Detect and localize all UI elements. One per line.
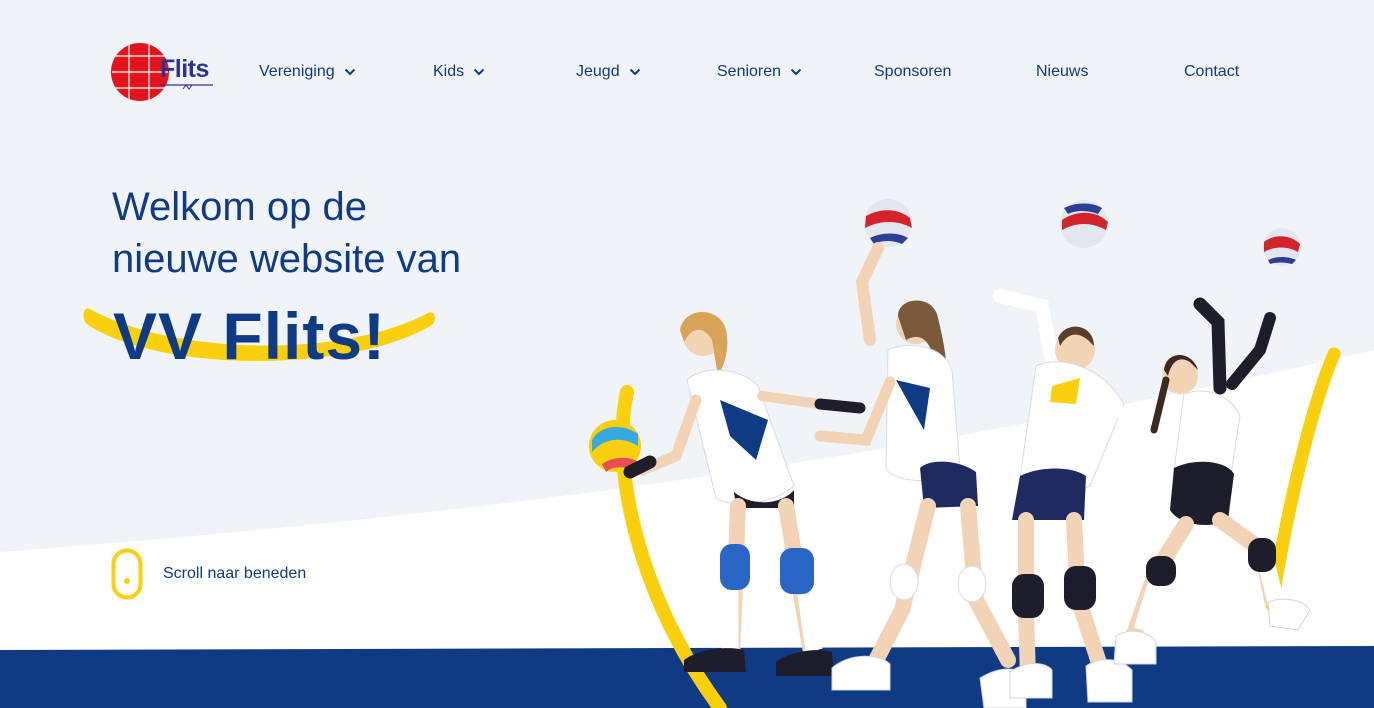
main-nav: Vereniging Kids Jeugd Senioren Sponsoren… bbox=[0, 62, 1374, 84]
nav-item-label: Senioren bbox=[717, 63, 782, 80]
nav-item-nieuws[interactable]: Nieuws bbox=[1036, 62, 1088, 82]
nav-item-label: Jeugd bbox=[576, 63, 620, 80]
volleyball-ball bbox=[864, 199, 912, 247]
nav-item-senioren[interactable]: Senioren bbox=[717, 62, 802, 82]
nav-item-label: Sponsoren bbox=[874, 63, 952, 80]
hero-heading-line-2: nieuwe website van bbox=[112, 237, 462, 281]
scroll-label: Scroll naar beneden bbox=[163, 565, 307, 582]
nav-item-jeugd[interactable]: Jeugd bbox=[576, 62, 641, 82]
nav-item-label: Nieuws bbox=[1036, 63, 1089, 80]
mouse-scroll-icon bbox=[111, 548, 143, 600]
chevron-down-icon bbox=[629, 68, 640, 76]
nav-item-sponsoren[interactable]: Sponsoren bbox=[874, 62, 951, 82]
hero-heading-line-1: Welkom op de bbox=[112, 185, 367, 229]
nav-item-label: Kids bbox=[433, 63, 465, 80]
nav-item-label: Vereniging bbox=[259, 63, 335, 80]
hero-players-image bbox=[589, 199, 1311, 708]
nav-item-label: Contact bbox=[1184, 63, 1240, 80]
nav-item-contact[interactable]: Contact bbox=[1184, 62, 1239, 82]
chevron-down-icon bbox=[790, 68, 802, 76]
chevron-down-icon bbox=[344, 68, 355, 76]
scroll-down-link[interactable]: Scroll naar beneden bbox=[111, 548, 306, 600]
hero-brand-title: VV Flits! bbox=[113, 299, 387, 373]
chevron-down-icon bbox=[473, 68, 485, 76]
nav-item-vereniging[interactable]: Vereniging bbox=[259, 62, 356, 82]
nav-item-kids[interactable]: Kids bbox=[433, 62, 485, 82]
